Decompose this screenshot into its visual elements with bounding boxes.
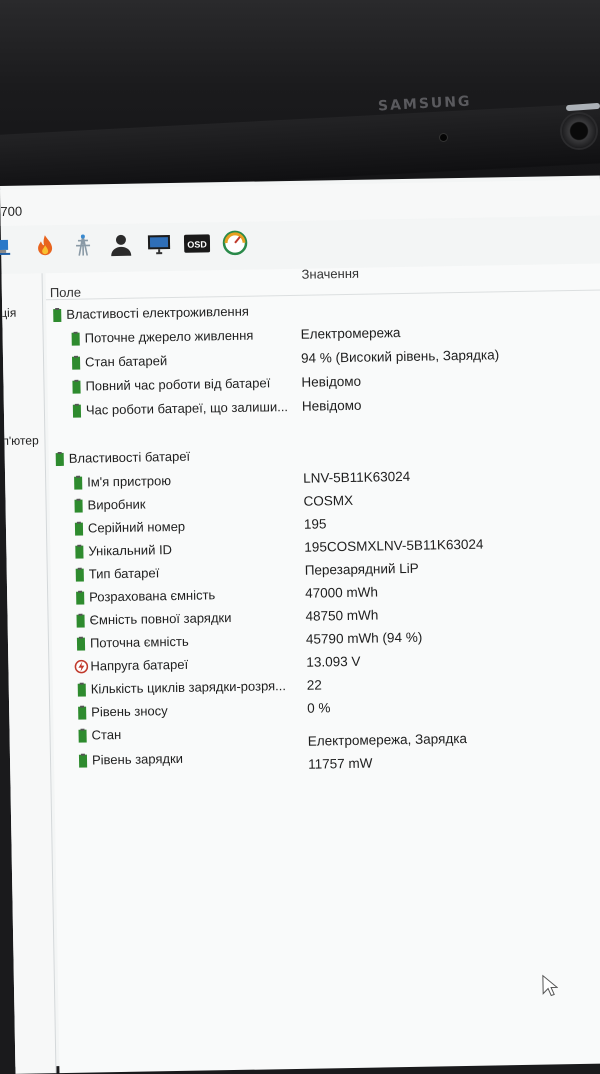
battery-icon — [69, 331, 83, 346]
row-label: Розрахована ємність — [89, 587, 216, 605]
row-value: 47000 mWh — [305, 584, 379, 601]
battery-icon — [74, 636, 88, 651]
osd-icon[interactable]: OSD — [183, 229, 211, 257]
row-value: LNV-5B11K63024 — [303, 468, 411, 486]
toolbar: OSD — [0, 220, 600, 264]
section-title: Властивості батареї — [68, 448, 191, 466]
row-value: 48750 mWh — [305, 607, 379, 624]
row-value: 45790 mWh (94 %) — [305, 629, 423, 647]
row-label: Рівень зарядки — [91, 750, 184, 768]
row-value: Невідомо — [301, 373, 362, 390]
battery-icon — [75, 728, 89, 743]
row-label: Повний час роботи від батареї — [85, 375, 271, 394]
battery-icon — [73, 613, 87, 628]
battery-icon — [73, 590, 87, 605]
monitor-icon[interactable] — [145, 230, 173, 258]
battery-icon — [70, 403, 84, 418]
battery-icon — [69, 355, 83, 370]
battery-icon — [75, 682, 89, 697]
network-icon[interactable] — [0, 233, 21, 261]
row-label: Унікальний ID — [88, 542, 173, 559]
nav-item-computer[interactable]: п'ютер — [2, 433, 38, 448]
tower-icon[interactable] — [69, 231, 97, 259]
title-bar: 700 — [0, 179, 600, 226]
row-label: Напруга батареї — [90, 656, 189, 674]
row-label: Серійний номер — [87, 518, 186, 536]
row-label: Кількість циклів зарядки-розря... — [90, 678, 287, 697]
row-value: 94 % (Високий рівень, Зарядка) — [300, 347, 500, 366]
row-label: Рівень зносу — [91, 703, 168, 720]
flame-icon[interactable] — [31, 232, 59, 260]
row-value: 195 — [303, 516, 327, 532]
row-value: COSMX — [303, 492, 354, 509]
webcam — [562, 114, 596, 148]
row-label: Стан — [91, 726, 122, 743]
column-value-header[interactable]: Значення — [301, 266, 359, 282]
row-label: Поточне джерело живлення — [84, 327, 254, 346]
nav-item-power[interactable]: ція — [2, 306, 17, 320]
row-value: 195COSMXLNV-5B11K63024 — [304, 536, 484, 555]
battery-icon — [72, 521, 86, 536]
row-value: Перезарядний LiP — [304, 560, 419, 578]
row-value: 11757 mW — [308, 755, 373, 772]
battery-icon — [76, 753, 90, 768]
battery-icon — [75, 705, 89, 720]
user-icon[interactable] — [107, 231, 135, 259]
row-label: Поточна ємність — [89, 633, 189, 651]
row-label: Ємність повної зарядки — [89, 610, 232, 628]
row-label: Ім'я пристрою — [87, 473, 172, 490]
column-field-header[interactable]: Поле — [50, 285, 81, 301]
section-title: Властивості електроживлення — [66, 303, 250, 322]
row-label: Стан батарей — [84, 353, 168, 370]
row-label: Час роботи батареї, що залиши... — [85, 399, 289, 418]
screen: 700 OSD ція п'ютер Поле Значення Властив… — [0, 175, 600, 1074]
battery-icon — [71, 475, 85, 490]
battery-icon — [50, 307, 64, 323]
camera-sensor — [440, 134, 447, 141]
battery-icon — [53, 451, 67, 467]
mouse-cursor-icon — [542, 974, 559, 998]
voltage-icon — [74, 659, 89, 674]
row-value: 13.093 V — [306, 653, 361, 670]
row-label: Тип батареї — [88, 565, 160, 582]
battery-icon — [71, 498, 85, 513]
battery-icon — [69, 379, 83, 394]
row-value: 0 % — [307, 700, 331, 716]
battery-icon — [73, 567, 87, 582]
row-label: Виробник — [87, 496, 146, 513]
column-header: Поле Значення — [45, 263, 600, 301]
row-value: 22 — [306, 677, 322, 693]
properties-list: Поле Значення Властивості електроживленн… — [45, 263, 600, 1074]
row-value: Невідомо — [301, 397, 362, 414]
battery-icon — [72, 544, 86, 559]
window-title: 700 — [0, 203, 23, 219]
svg-text:OSD: OSD — [187, 239, 207, 249]
row-value: Електромережа — [300, 325, 401, 342]
gauge-icon[interactable] — [221, 229, 249, 257]
